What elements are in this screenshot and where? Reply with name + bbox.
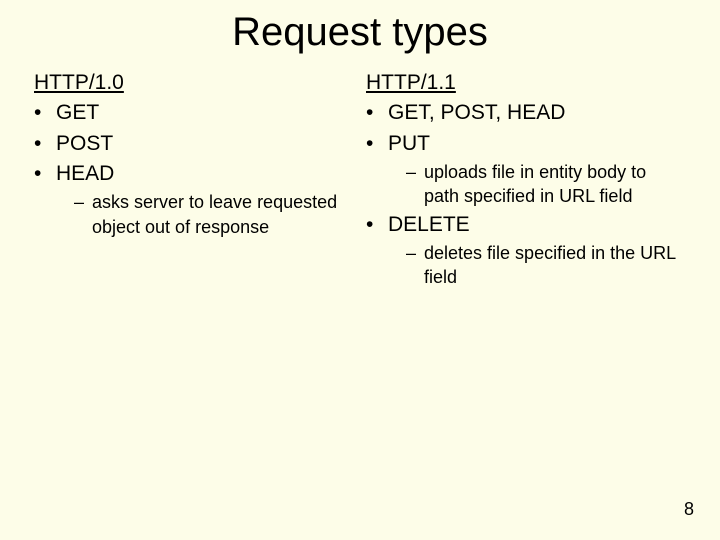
sub-list-item-label: deletes file specified in the URL field xyxy=(424,241,686,290)
bullet-icon: • xyxy=(366,211,388,239)
bullet-icon: • xyxy=(34,160,56,188)
bullet-icon: • xyxy=(34,99,56,127)
sub-list-item-label: uploads file in entity body to path spec… xyxy=(424,160,686,209)
list-item: • DELETE xyxy=(366,211,686,239)
page-number: 8 xyxy=(684,499,694,520)
list-item: • GET, POST, HEAD xyxy=(366,99,686,127)
content-columns: HTTP/1.0 • GET • POST • HEAD – asks serv… xyxy=(34,69,686,292)
list-item: • HEAD xyxy=(34,160,354,188)
sub-list-item: – uploads file in entity body to path sp… xyxy=(406,160,686,209)
list-item-label: HEAD xyxy=(56,160,114,188)
list-item: • GET xyxy=(34,99,354,127)
list-item: • POST xyxy=(34,130,354,158)
list-item: • PUT xyxy=(366,130,686,158)
right-column: HTTP/1.1 • GET, POST, HEAD • PUT – uploa… xyxy=(366,69,686,292)
list-item-label: POST xyxy=(56,130,113,158)
list-item-label: PUT xyxy=(388,130,430,158)
sub-list-item: – deletes file specified in the URL fiel… xyxy=(406,241,686,290)
list-item-label: DELETE xyxy=(388,211,470,239)
bullet-icon: • xyxy=(366,130,388,158)
dash-icon: – xyxy=(406,241,424,265)
list-item-label: GET xyxy=(56,99,99,127)
list-item-label: GET, POST, HEAD xyxy=(388,99,565,127)
bullet-icon: • xyxy=(34,130,56,158)
sub-list-item: – asks server to leave requested object … xyxy=(74,190,354,239)
bullet-icon: • xyxy=(366,99,388,127)
dash-icon: – xyxy=(74,190,92,214)
left-header: HTTP/1.0 xyxy=(34,69,354,97)
slide-title: Request types xyxy=(34,10,686,55)
slide: Request types HTTP/1.0 • GET • POST • HE… xyxy=(0,0,720,540)
dash-icon: – xyxy=(406,160,424,184)
sub-list-item-label: asks server to leave requested object ou… xyxy=(92,190,354,239)
left-column: HTTP/1.0 • GET • POST • HEAD – asks serv… xyxy=(34,69,354,292)
right-header: HTTP/1.1 xyxy=(366,69,686,97)
